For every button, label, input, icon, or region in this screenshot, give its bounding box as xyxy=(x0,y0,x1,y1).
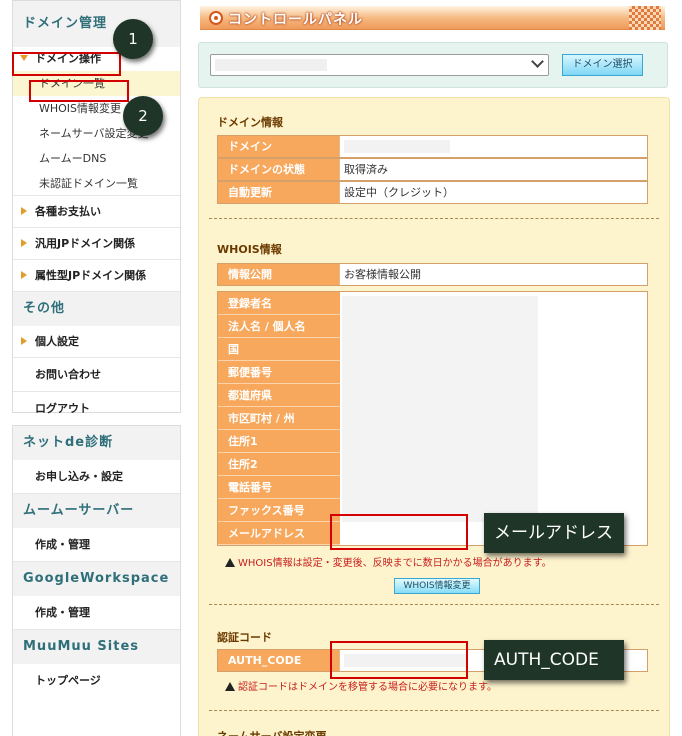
collapsed-triangle-icon xyxy=(21,271,27,279)
auth-title: 認証コード xyxy=(217,631,272,644)
row-value: お客様情報公開 xyxy=(340,264,647,285)
row-label: 自動更新 xyxy=(218,182,340,203)
control-panel-page: ドメイン管理 ドメイン操作 ドメイン一覧 WHOIS情報変更 ネームサーバ設定変… xyxy=(0,0,682,736)
row-label: 住所1 xyxy=(218,430,340,453)
whois-notice: WHOIS情報は設定・変更後、反映までに数日かかる場合があります。 xyxy=(225,554,552,569)
section-divider xyxy=(209,218,659,219)
row-label: 電話番号 xyxy=(218,476,340,499)
section-divider xyxy=(209,604,659,605)
row-label: ファックス番号 xyxy=(218,499,340,522)
collapsed-triangle-icon xyxy=(21,239,27,247)
whois-fields-table: 登録者名 法人名 / 個人名 国 郵便番号 都道府県 市区町村 / 州 住所1 … xyxy=(217,291,648,546)
sidebar-item-gws-manage[interactable]: 作成・管理 xyxy=(13,596,180,630)
sidebar-heading-domain: ドメイン管理 xyxy=(13,1,180,47)
row-label: ドメインの状態 xyxy=(218,159,340,180)
row-label: 法人名 / 個人名 xyxy=(218,315,340,338)
row-label: 登録者名 xyxy=(218,292,340,315)
row-value xyxy=(340,136,647,157)
sidebar-heading-server: ムームーサーバー xyxy=(13,494,180,528)
sidebar-heading-sites: MuuMuu Sites xyxy=(13,630,180,664)
row-label: 市区町村 / 州 xyxy=(218,407,340,430)
sidebar-heading-net: ネットde診断 xyxy=(13,426,180,460)
highlight-domain-list xyxy=(29,80,129,102)
whois-disclosure-row: 情報公開 お客様情報公開 xyxy=(217,263,648,286)
domain-select[interactable] xyxy=(210,54,549,76)
notice-text: 認証コードはドメインを移管する場合に必要になります。 xyxy=(238,682,497,693)
panel-circle-icon xyxy=(209,11,223,25)
sidebar-item-label: 汎用JPドメイン関係 xyxy=(35,237,136,250)
collapsed-triangle-icon xyxy=(21,207,27,215)
row-label: 情報公開 xyxy=(218,264,340,285)
chevron-down-icon xyxy=(531,55,544,68)
sidebar-item-label: 各種お支払い xyxy=(35,205,101,218)
sidebar-item-personal[interactable]: 個人設定 xyxy=(13,326,180,358)
row-value: 取得済み xyxy=(340,159,647,180)
sidebar-item-payments[interactable]: 各種お支払い xyxy=(13,196,180,228)
callout-auth-code: AUTH_CODE xyxy=(484,640,624,680)
domain-info-row: 自動更新 設定中（クレジット） xyxy=(217,181,648,204)
domain-info-row: ドメインの状態 取得済み xyxy=(217,158,648,181)
control-panel-header: コントロールパネル xyxy=(200,6,665,30)
highlight-domain-ops xyxy=(12,52,121,76)
whois-title: WHOIS情報 xyxy=(217,243,282,256)
row-label: ドメイン xyxy=(218,136,340,157)
whois-change-button[interactable]: WHOIS情報変更 xyxy=(394,578,480,594)
row-value: 設定中（クレジット） xyxy=(340,182,647,203)
row-label: 住所2 xyxy=(218,453,340,476)
domain-select-button[interactable]: ドメイン選択 xyxy=(562,54,643,76)
notice-text: WHOIS情報は設定・変更後、反映までに数日かかる場合があります。 xyxy=(238,558,552,569)
step-badge-2: 2 xyxy=(123,96,163,136)
sidebar-item-logout[interactable]: ログアウト xyxy=(13,392,180,426)
collapsed-triangle-icon xyxy=(21,337,27,345)
redacted-domain xyxy=(215,59,327,71)
redacted-value xyxy=(344,140,450,153)
sidebar-services-box: ネットde診断 お申し込み・設定 ムームーサーバー 作成・管理 GoogleWo… xyxy=(12,425,181,736)
sidebar-item-unverified[interactable]: 未認証ドメイン一覧 xyxy=(13,171,180,196)
domain-select-area: ドメイン選択 xyxy=(198,42,668,88)
row-label: 都道府県 xyxy=(218,384,340,407)
callout-email: メールアドレス xyxy=(484,513,624,553)
ns-title: ネームサーバ設定変更 xyxy=(217,728,327,736)
sidebar-item-contact[interactable]: お問い合わせ xyxy=(13,358,180,392)
page-title: コントロールパネル xyxy=(228,12,363,28)
sidebar-heading-gws: GoogleWorkspace xyxy=(13,562,180,596)
highlight-auth-code xyxy=(330,641,468,679)
sidebar-item-muumu-dns[interactable]: ムームーDNS xyxy=(13,146,180,171)
row-label: 郵便番号 xyxy=(218,361,340,384)
sidebar-item-server-manage[interactable]: 作成・管理 xyxy=(13,528,180,562)
sidebar-item-general-jp[interactable]: 汎用JPドメイン関係 xyxy=(13,228,180,260)
highlight-email xyxy=(330,514,468,550)
checker-pattern-decoration xyxy=(629,6,661,30)
section-divider xyxy=(209,710,659,711)
domain-info-row: ドメイン xyxy=(217,135,648,158)
row-label: メールアドレス xyxy=(218,522,340,545)
sidebar-item-net-apply[interactable]: お申し込み・設定 xyxy=(13,460,180,494)
row-label: 国 xyxy=(218,338,340,361)
warning-icon xyxy=(225,682,235,691)
domain-info-title: ドメイン情報 xyxy=(217,116,283,129)
sidebar-item-label: 個人設定 xyxy=(35,335,79,348)
step-badge-1: 1 xyxy=(113,19,153,59)
warning-icon xyxy=(225,558,235,567)
sidebar-item-attr-jp[interactable]: 属性型JPドメイン関係 xyxy=(13,260,180,292)
auth-notice: 認証コードはドメインを移管する場合に必要になります。 xyxy=(225,678,497,693)
sidebar-heading-other: その他 xyxy=(13,292,180,326)
sidebar-item-label: 属性型JPドメイン関係 xyxy=(35,269,147,282)
redacted-whois-values xyxy=(342,296,538,522)
row-label: AUTH_CODE xyxy=(218,650,340,671)
sidebar-item-sites-top[interactable]: トップページ xyxy=(13,664,180,698)
